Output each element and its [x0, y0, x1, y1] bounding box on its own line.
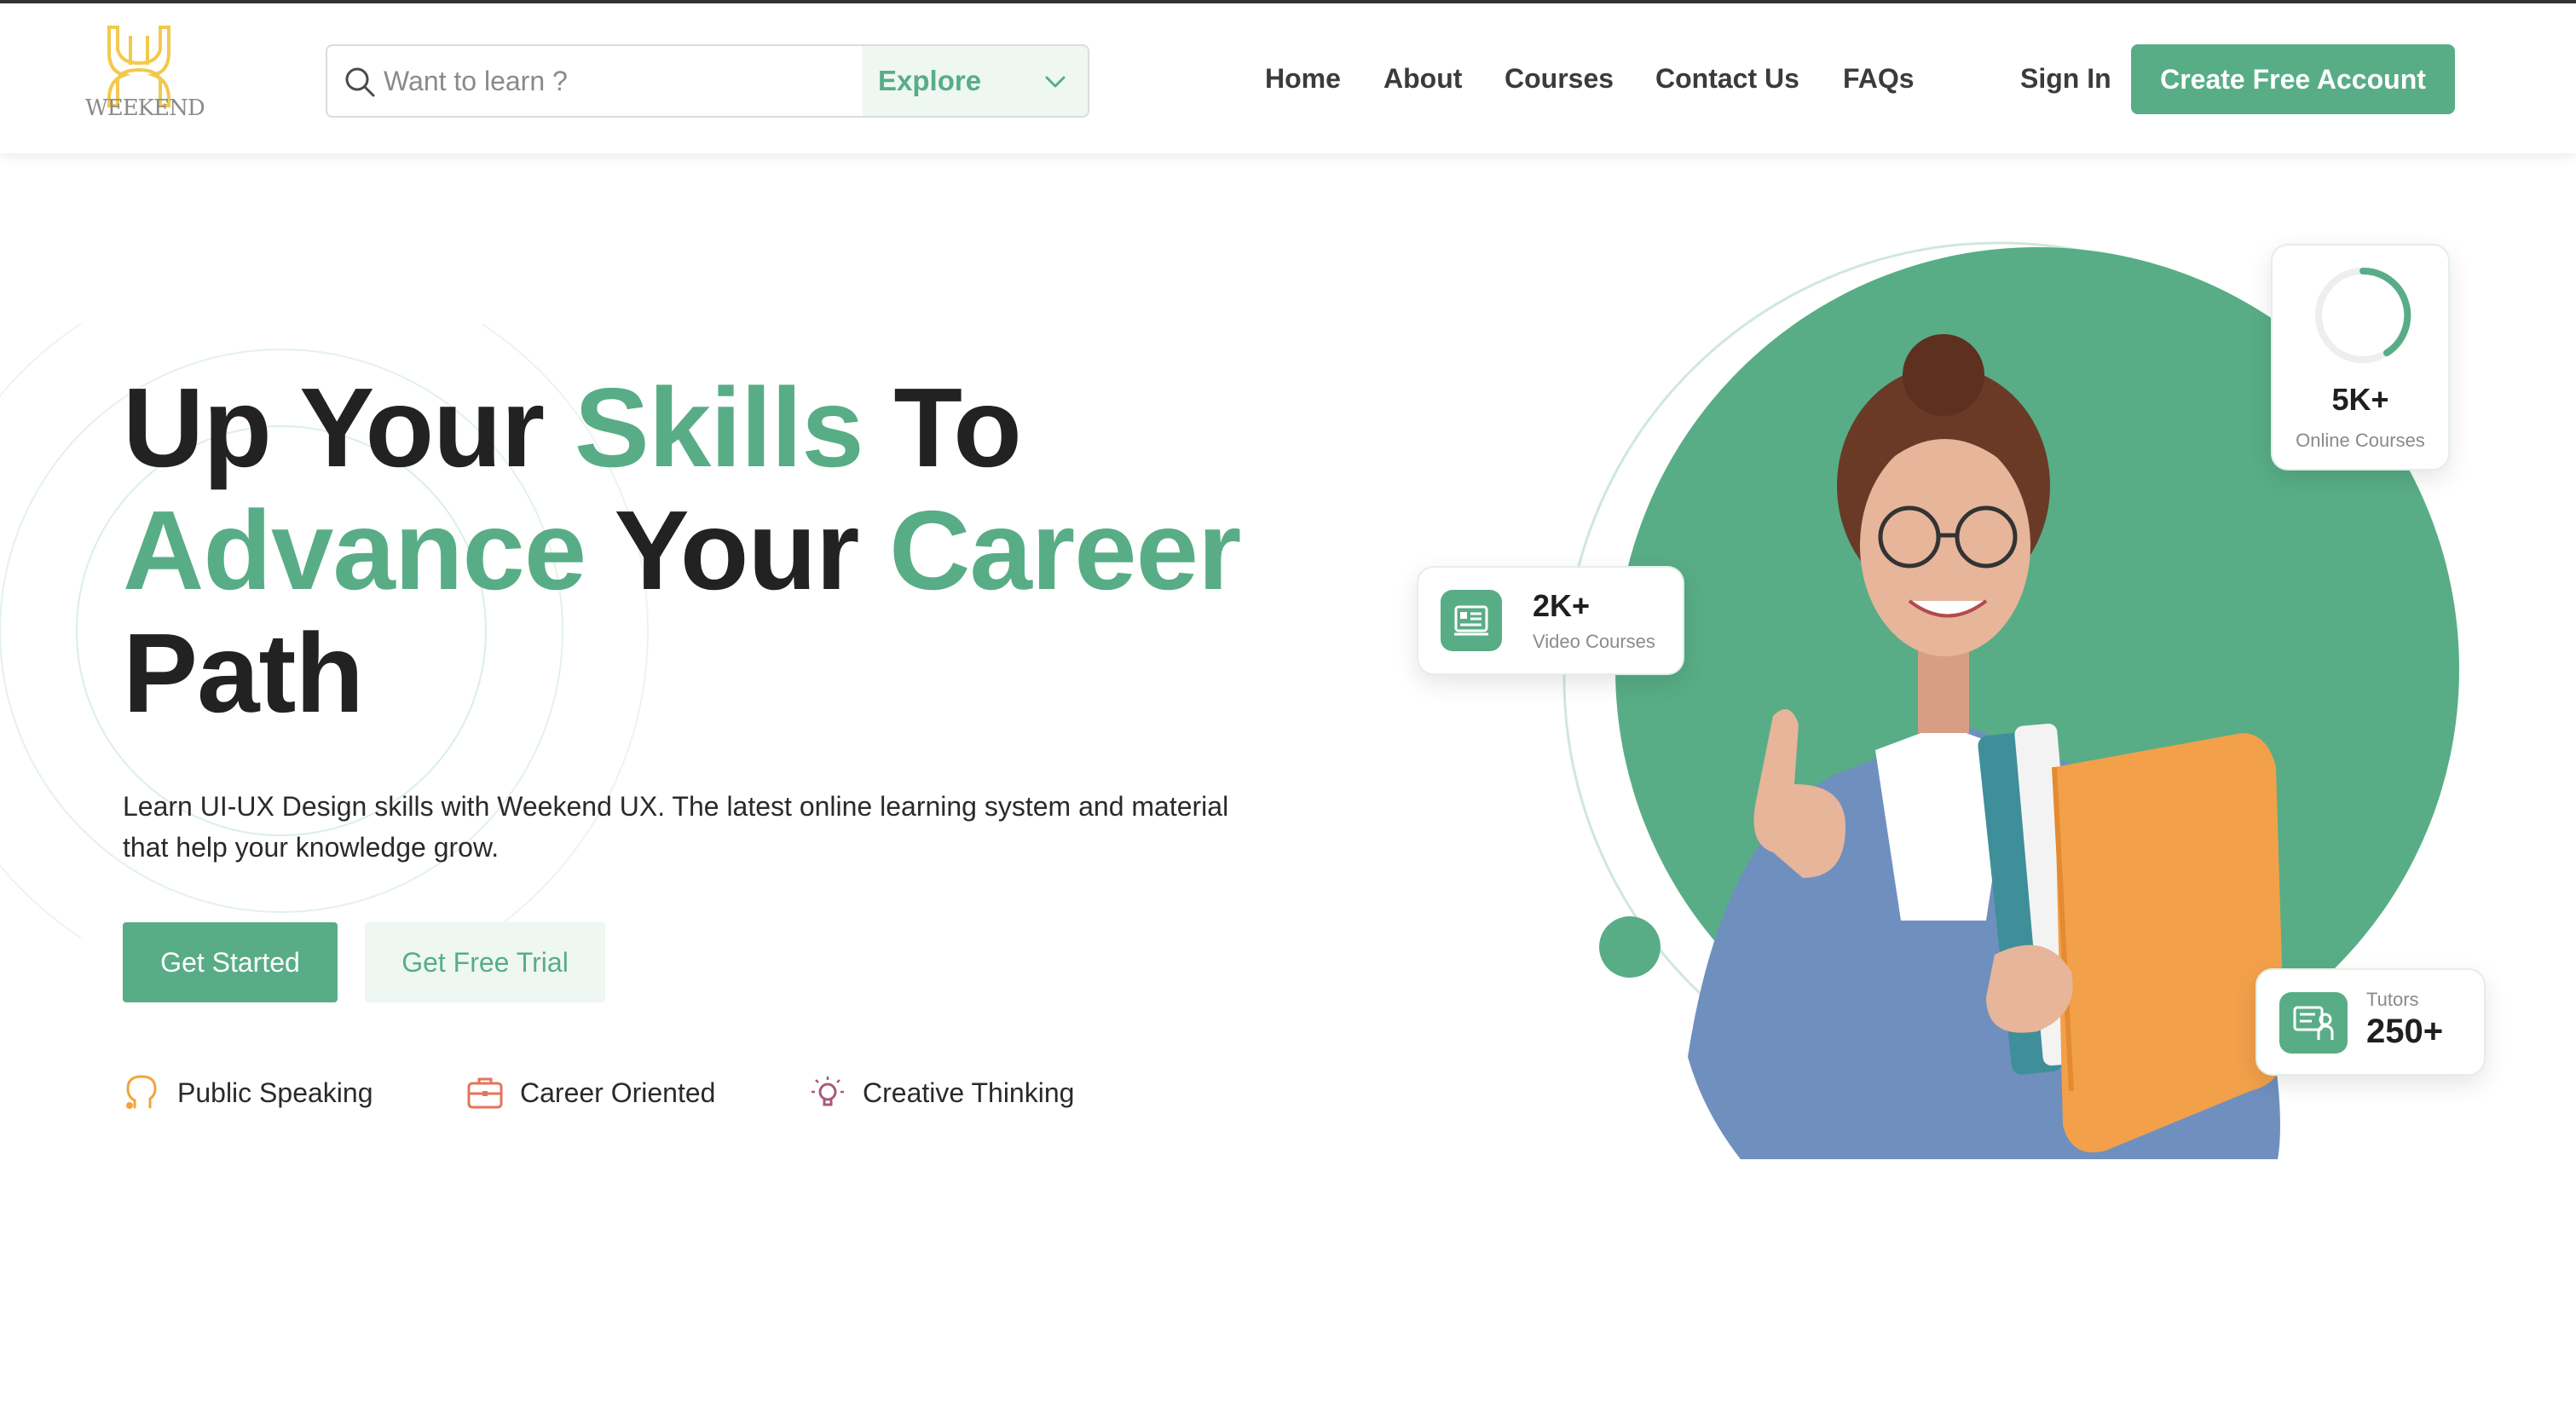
- search-bar: Explore: [326, 44, 1089, 118]
- site-header: WEEKEND Explore Home About Courses Conta…: [0, 3, 2576, 153]
- video-courses-card: 2K+ Video Courses: [1417, 566, 1684, 675]
- tutors-icon-box: [2279, 992, 2348, 1054]
- title-part: To: [863, 365, 1021, 490]
- tutors-label: Tutors: [2366, 989, 2419, 1010]
- hero-visual: 5K+ Online Courses 2K+ Video Courses Tut…: [1398, 205, 2576, 1159]
- speech-head-icon: [126, 1075, 157, 1109]
- title-accent: Career: [889, 488, 1241, 613]
- feature-label: Creative Thinking: [863, 1077, 1075, 1108]
- hero-title: Up Your Skills To Advance Your Career Pa…: [123, 367, 1333, 735]
- title-part: Up Your: [123, 365, 575, 490]
- online-courses-card: 5K+ Online Courses: [2271, 244, 2450, 471]
- nav-contact-us[interactable]: Contact Us: [1655, 63, 1799, 95]
- feature-label: Career Oriented: [520, 1077, 716, 1108]
- title-part: Path: [123, 610, 364, 736]
- online-courses-label: Online Courses: [2296, 430, 2425, 451]
- search-icon: [345, 67, 375, 97]
- tutors-value: 250+: [2366, 1013, 2444, 1050]
- create-account-button[interactable]: Create Free Account: [2131, 44, 2455, 114]
- video-courses-icon-box: [1441, 590, 1502, 651]
- get-free-trial-button[interactable]: Get Free Trial: [365, 922, 605, 1002]
- feature-creative-thinking: Creative Thinking: [808, 1071, 1074, 1115]
- explore-label: Explore: [878, 65, 982, 96]
- tutor-board-icon: [2293, 1006, 2334, 1040]
- video-list-icon: [1454, 605, 1488, 636]
- accent-dot: [1599, 916, 1661, 978]
- tutors-card: Tutors 250+: [2255, 968, 2486, 1076]
- video-courses-label: Video Courses: [1533, 631, 1655, 652]
- video-courses-value: 2K+: [1533, 588, 1591, 623]
- briefcase-icon: [467, 1077, 503, 1109]
- nav-about[interactable]: About: [1383, 63, 1462, 95]
- explore-dropdown[interactable]: Explore: [863, 46, 1088, 116]
- title-accent: Skills: [574, 365, 864, 490]
- hero-description: Learn UI-UX Design skills with Weekend U…: [123, 791, 1229, 863]
- sign-in-link[interactable]: Sign In: [2020, 63, 2111, 95]
- title-part: Your: [586, 488, 890, 613]
- online-courses-value: 5K+: [2331, 382, 2389, 417]
- feature-public-speaking: Public Speaking: [123, 1071, 373, 1115]
- lightbulb-icon: [811, 1077, 844, 1106]
- feature-label: Public Speaking: [177, 1077, 373, 1108]
- get-started-button[interactable]: Get Started: [123, 922, 338, 1002]
- search-input[interactable]: [384, 46, 827, 116]
- nav-faqs[interactable]: FAQs: [1843, 63, 1915, 95]
- title-accent: Advance: [123, 488, 586, 613]
- nav-courses[interactable]: Courses: [1505, 63, 1614, 95]
- chevron-down-icon: [1045, 76, 1066, 88]
- logo-text: WEEKEND: [85, 95, 205, 121]
- nav-home[interactable]: Home: [1265, 63, 1341, 95]
- progress-ring-icon: [2315, 267, 2411, 363]
- feature-career-oriented: Career Oriented: [465, 1071, 715, 1115]
